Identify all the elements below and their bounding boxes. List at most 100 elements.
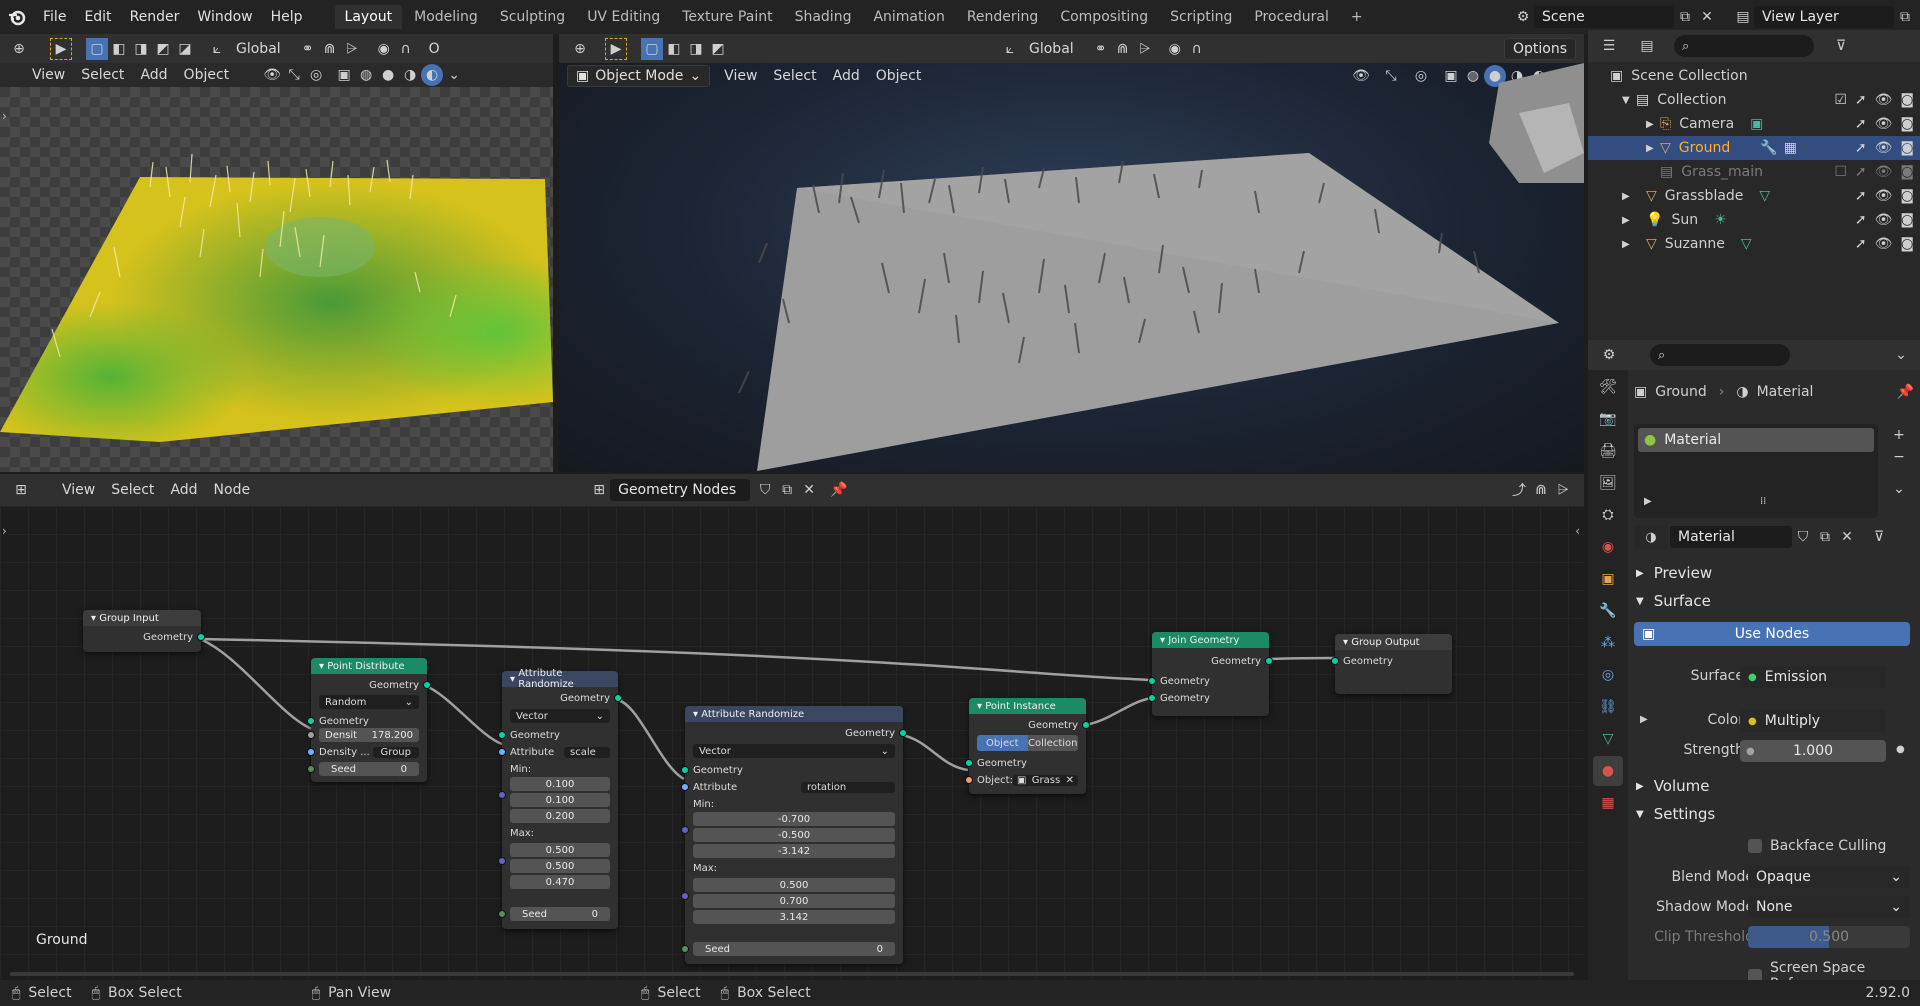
scene-selector[interactable]: ⚙ Scene ⧉ ✕	[1512, 6, 1718, 28]
outliner-item-suzanne[interactable]: ▶ ▽ Suzanne ▽ ➚ 👁 ◙	[1588, 232, 1920, 256]
camera-render-icon[interactable]: ◙	[1900, 188, 1914, 204]
menu-view-node[interactable]: View	[54, 480, 103, 500]
remove-material-slot-icon[interactable]: −	[1888, 446, 1910, 468]
eye-icon[interactable]: 👁	[1875, 164, 1893, 180]
eye-icon[interactable]: 👁	[1875, 140, 1893, 156]
select-mode-subtract-icon[interactable]: ◨	[130, 38, 152, 60]
falloff-icon[interactable]: ∩	[395, 38, 417, 60]
socket-seed-in[interactable]	[307, 765, 315, 773]
gizmo-icon[interactable]: ⤡	[283, 64, 305, 86]
settings-panel-header[interactable]: ▼ Settings	[1628, 801, 1920, 827]
socket-seed-in[interactable]	[681, 945, 689, 953]
node-snap-icon[interactable]: ⋒	[1530, 479, 1552, 501]
collapse-arrow-icon[interactable]: ▾	[510, 674, 515, 685]
material-name-field[interactable]: Material	[1670, 526, 1792, 548]
editor-type-icon[interactable]: ⊕	[8, 38, 30, 60]
max-x-field[interactable]: 0.500	[693, 878, 895, 892]
attribute-randomize-node-scale[interactable]: ▾ Attribute Randomize Geometry Vector ⌄ G…	[498, 668, 622, 929]
color-input-field[interactable]: ● Multiply	[1740, 710, 1886, 732]
select-tool-icon-right[interactable]: ▶	[605, 37, 627, 60]
surface-shader-field[interactable]: ● Emission	[1740, 666, 1886, 688]
render-tab-icon[interactable]: 📷	[1593, 404, 1623, 434]
menu-edit[interactable]: Edit	[75, 9, 120, 25]
tab-animation[interactable]: Animation	[863, 5, 954, 29]
select-arrow-icon[interactable]: ➚	[1855, 140, 1867, 156]
density-attribute-field[interactable]: Group	[372, 746, 419, 758]
texture-tab-icon[interactable]: ▦	[1593, 788, 1623, 818]
instance-type-collection-button[interactable]: Collection	[1027, 735, 1078, 751]
collapse-arrow-icon[interactable]: ▾	[1343, 637, 1348, 648]
expand-arrow-icon[interactable]: ▶	[1646, 143, 1660, 154]
expand-arrow-icon[interactable]: ▶	[1646, 119, 1660, 130]
select-arrow-icon[interactable]: ➚	[1855, 164, 1867, 180]
select-mode-new-icon-right[interactable]: ▢	[641, 37, 663, 60]
node-editor-canvas[interactable]: ▾ Group Input Geometry ▾ Point Distribut…	[0, 506, 1584, 978]
outliner-item-sun[interactable]: ▶ 💡 Sun ☀ ➚ 👁 ◙	[1588, 208, 1920, 232]
socket-geometry-out[interactable]	[1265, 657, 1273, 665]
material-specials-icon[interactable]: ⌄	[1888, 478, 1910, 500]
camera-data-icon[interactable]: ▣	[1750, 116, 1763, 132]
editor-type-icon-right[interactable]: ⊕	[569, 38, 591, 60]
new-view-layer-icon[interactable]: ⧉	[1894, 6, 1916, 28]
shadow-mode-dropdown[interactable]: None ⌄	[1748, 896, 1910, 918]
data-type-dropdown[interactable]: Vector ⌄	[510, 709, 610, 723]
outliner-item-collection[interactable]: ▼ ▤ Collection ☑ ➚ 👁 ◙	[1588, 88, 1920, 112]
link-data-icon[interactable]: ⊽	[1868, 526, 1890, 548]
collapse-arrow-icon[interactable]: ▾	[1160, 635, 1165, 646]
socket-max-in[interactable]	[681, 892, 689, 900]
menu-window[interactable]: Window	[188, 9, 261, 25]
select-arrow-icon[interactable]: ➚	[1855, 116, 1867, 132]
duplicate-node-tree-icon[interactable]: ⧉	[776, 479, 798, 501]
shading-dropdown-icon[interactable]: ⌄	[443, 64, 465, 86]
tab-rendering[interactable]: Rendering	[957, 5, 1049, 29]
socket-density-in[interactable]	[307, 731, 315, 739]
socket-geometry-in-2[interactable]	[1148, 694, 1156, 702]
collapse-arrow-icon[interactable]: ▾	[693, 709, 698, 720]
camera-render-icon[interactable]: ◙	[1900, 212, 1914, 228]
expand-arrow-icon[interactable]: ▶	[1622, 215, 1646, 226]
node-editor-type-icon[interactable]: ⊞	[10, 479, 32, 501]
tab-compositing[interactable]: Compositing	[1050, 5, 1158, 29]
point-instance-node[interactable]: ▾ Point Instance Geometry Object Collect…	[965, 698, 1090, 794]
modifier-tab-icon[interactable]: 🔧	[1593, 596, 1623, 626]
properties-editor-type-icon[interactable]: ⚙	[1598, 344, 1620, 366]
expand-arrow-icon[interactable]: ▼	[1622, 95, 1636, 106]
clear-object-icon[interactable]: ✕	[1066, 775, 1074, 786]
outliner-item-ground[interactable]: ▶ ▽ Ground 🔧 ▦ ➚ 👁 ◙	[1588, 136, 1920, 160]
menu-render[interactable]: Render	[121, 9, 189, 25]
constraints-tab-icon[interactable]: ⛓	[1593, 692, 1623, 722]
group-output-node[interactable]: ▾ Group Output Geometry	[1331, 634, 1452, 694]
mesh-data-icon[interactable]: ▽	[1741, 236, 1752, 252]
options-dropdown[interactable]: Options	[1503, 37, 1576, 60]
filter-icon[interactable]: ⊽	[1830, 35, 1852, 57]
eye-icon[interactable]: 👁	[1875, 116, 1893, 132]
view-layer-field[interactable]: View Layer	[1754, 6, 1894, 28]
checkbox-icon[interactable]: ☐	[1834, 164, 1847, 180]
tab-scripting[interactable]: Scripting	[1160, 5, 1242, 29]
socket-object-in[interactable]	[965, 776, 973, 784]
socket-geometry-in-1[interactable]	[1148, 677, 1156, 685]
socket-seed-in[interactable]	[498, 910, 506, 918]
shading-rendered-icon[interactable]: ◐	[421, 64, 444, 86]
tab-sculpting[interactable]: Sculpting	[490, 5, 575, 29]
menu-add-node[interactable]: Add	[162, 480, 205, 500]
snap-target-icon[interactable]: ⩥	[341, 38, 363, 60]
select-mode-intersect-icon[interactable]: ◪	[174, 38, 196, 60]
camera-render-icon[interactable]: ◙	[1900, 140, 1914, 156]
instance-type-object-button[interactable]: Object	[977, 735, 1028, 751]
tool-tab-icon[interactable]: 🛠	[1593, 372, 1623, 402]
blend-mode-dropdown[interactable]: Opaque ⌄	[1748, 866, 1910, 888]
object-tab-icon[interactable]: ▣	[1593, 564, 1623, 594]
scene-collection-row[interactable]: ▣ Scene Collection	[1588, 64, 1920, 88]
collapse-arrow-icon[interactable]: ▾	[319, 661, 324, 672]
tab-shading[interactable]: Shading	[785, 5, 862, 29]
camera-render-icon[interactable]: ◙	[1900, 92, 1914, 108]
snap-target-icon-right[interactable]: ⩥	[1134, 38, 1156, 60]
socket-min-in[interactable]	[681, 826, 689, 834]
socket-min-in[interactable]	[498, 791, 506, 799]
distribute-mode-dropdown[interactable]: Random ⌄	[319, 695, 419, 709]
outliner-item-camera[interactable]: ▶ ⎘ Camera ▣ ➚ 👁 ◙	[1588, 112, 1920, 136]
right-viewport[interactable]: ▣ Object Mode ⌄ View Select Add Object 👁 ⤡…	[559, 63, 1584, 472]
preview-panel-header[interactable]: ▶ Preview	[1628, 560, 1920, 586]
blender-logo-icon[interactable]	[0, 0, 34, 34]
